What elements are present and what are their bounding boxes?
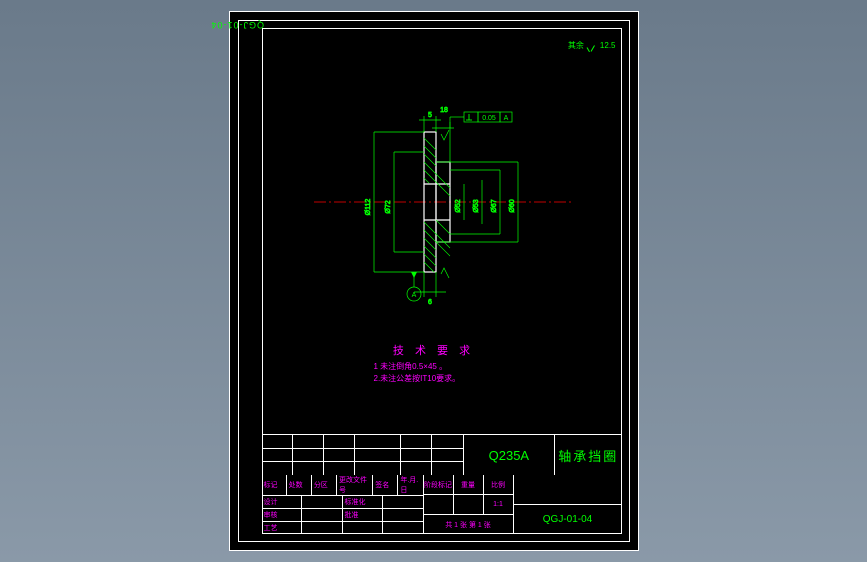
sig-check: 审核 (262, 509, 303, 521)
datum-a: A (407, 272, 421, 301)
drawing-sheet: QGJ-01-04 其余 12.5 (229, 11, 639, 551)
material-field: Q235A (464, 435, 555, 475)
note-1: 1 未注倒角0.5×45 。 (334, 361, 534, 373)
roughness-value: 12.5 (600, 41, 616, 50)
title-block-main: 标记 处数 分区 更改文件号 签名 年.月.日 设计 标准化 审核 批准 (262, 475, 622, 534)
sheet-count: 共 1 张 第 1 张 (424, 515, 513, 534)
technical-requirements: 技 术 要 求 1 未注倒角0.5×45 。 2.未注公差按IT10要求。 (334, 342, 534, 385)
section-view: Ø112 Ø72 Ø52 Ø53 Ø67 Ø60 (314, 72, 574, 332)
sig-std: 标准化 (343, 496, 384, 508)
drawing-viewport: Ø112 Ø72 Ø52 Ø53 Ø67 Ø60 (270, 62, 618, 342)
gdt-tol: 0.05 (482, 115, 496, 122)
weight-label: 重量 (454, 475, 484, 494)
scale-value: 1:1 (484, 495, 513, 514)
signatures-block: 标记 处数 分区 更改文件号 签名 年.月.日 设计 标准化 审核 批准 (262, 475, 424, 534)
scale-label: 比例 (484, 475, 513, 494)
rev-head-2: 分区 (312, 475, 337, 495)
default-roughness: 其余 12.5 (568, 40, 616, 51)
dim-d1: Ø112 (365, 199, 372, 216)
rev-head-5: 年.月.日 (398, 475, 422, 495)
dim-d5: Ø67 (491, 199, 498, 212)
dim-d4: Ø53 (473, 199, 480, 212)
dim-w3: 18 (440, 107, 448, 114)
rev-head-1: 处数 (287, 475, 312, 495)
notes-title: 技 术 要 求 (334, 342, 534, 358)
dim-w1: 5 (428, 112, 432, 119)
stage-label: 阶段标记 (424, 475, 454, 494)
sig-design: 设计 (262, 496, 303, 508)
part-name: 轴承挡圈 (555, 435, 621, 475)
title-block: Q235A 轴承挡圈 标记 处数 分区 更改文件号 签名 年.月.日 设计 标准… (262, 434, 622, 534)
rev-head-0: 标记 (262, 475, 287, 495)
datum-label: A (411, 292, 416, 299)
dim-d6: Ø60 (509, 199, 516, 212)
sig-tech: 工艺 (262, 522, 303, 534)
revision-grid: Q235A 轴承挡圈 (262, 435, 622, 475)
gdt-frame: 0.05 A (450, 112, 512, 128)
dim-w2: 6 (428, 299, 432, 306)
stage-block: 阶段标记 重量 比例 1:1 共 1 张 第 1 张 (424, 475, 514, 534)
roughness-label: 其余 (568, 40, 584, 51)
gdt-datum: A (503, 115, 508, 122)
surface-finish-icon (587, 41, 597, 51)
rev-head-3: 更改文件号 (337, 475, 373, 495)
note-2: 2.未注公差按IT10要求。 (334, 373, 534, 385)
rev-head-4: 签名 (373, 475, 398, 495)
dim-d2: Ø72 (385, 200, 392, 213)
dim-d3: Ø52 (455, 199, 462, 212)
drawing-number: QGJ-01-04 (514, 505, 622, 534)
drawing-id-block: QGJ-01-04 (514, 475, 622, 534)
sig-approve: 批准 (343, 509, 384, 521)
drawing-number-top: QGJ-01-04 (210, 20, 264, 30)
